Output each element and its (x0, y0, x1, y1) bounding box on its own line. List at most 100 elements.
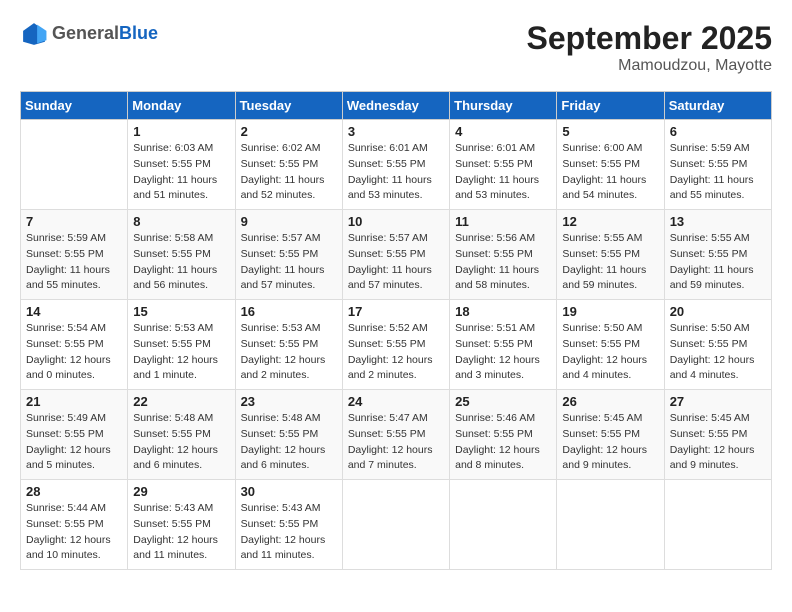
day-number: 13 (670, 214, 766, 229)
calendar-cell: 17Sunrise: 5:52 AM Sunset: 5:55 PM Dayli… (342, 300, 449, 390)
day-number: 24 (348, 394, 444, 409)
day-number: 16 (241, 304, 337, 319)
day-info: Sunrise: 5:56 AM Sunset: 5:55 PM Dayligh… (455, 231, 551, 294)
day-info: Sunrise: 5:53 AM Sunset: 5:55 PM Dayligh… (241, 321, 337, 384)
day-number: 27 (670, 394, 766, 409)
calendar-cell: 22 Sunrise: 5:48 AM Sunset: 5:55 PM Dayli… (128, 390, 235, 480)
col-header-wednesday: Wednesday (342, 92, 449, 120)
day-number: 17 (348, 304, 444, 319)
calendar-cell (450, 480, 557, 570)
month-title: September 2025 (527, 20, 772, 57)
week-row-2: 14 Sunrise: 5:54 AM Sunset: 5:55 PM Dayli… (21, 300, 772, 390)
calendar-cell: 9Sunrise: 5:57 AM Sunset: 5:55 PM Daylig… (235, 210, 342, 300)
calendar-cell: 11Sunrise: 5:56 AM Sunset: 5:55 PM Dayli… (450, 210, 557, 300)
day-number: 22 (133, 394, 229, 409)
calendar-cell: 14 Sunrise: 5:54 AM Sunset: 5:55 PM Dayli… (21, 300, 128, 390)
day-number: 23 (241, 394, 337, 409)
day-info: Sunrise: 5:54 AM Sunset: 5:55 PM Dayligh… (26, 321, 122, 384)
day-info: Sunrise: 5:58 AM Sunset: 5:55 PM Dayligh… (133, 231, 229, 294)
day-info: Sunrise: 5:48 AM Sunset: 5:55 PM Dayligh… (241, 411, 337, 474)
calendar-cell: 28 Sunrise: 5:44 AM Sunset: 5:55 PM Dayli… (21, 480, 128, 570)
col-header-sunday: Sunday (21, 92, 128, 120)
day-number: 4 (455, 124, 551, 139)
calendar-cell: 24 Sunrise: 5:47 AM Sunset: 5:55 PM Dayli… (342, 390, 449, 480)
day-number: 18 (455, 304, 551, 319)
day-info: Sunrise: 5:59 AM Sunset: 5:55 PM Dayligh… (26, 231, 122, 294)
day-info: Sunrise: 5:57 AM Sunset: 5:55 PM Dayligh… (348, 231, 444, 294)
day-info: Sunrise: 5:45 AM Sunset: 5:55 PM Dayligh… (670, 411, 766, 474)
day-number: 28 (26, 484, 122, 499)
day-number: 6 (670, 124, 766, 139)
calendar-cell: 30 Sunrise: 5:43 AM Sunset: 5:55 PM Dayli… (235, 480, 342, 570)
calendar-cell: 4 Sunrise: 6:01 AM Sunset: 5:55 PM Daylig… (450, 120, 557, 210)
col-header-saturday: Saturday (664, 92, 771, 120)
calendar-cell: 6 Sunrise: 5:59 AM Sunset: 5:55 PM Daylig… (664, 120, 771, 210)
day-number: 7 (26, 214, 122, 229)
calendar-cell: 26 Sunrise: 5:45 AM Sunset: 5:55 PM Dayli… (557, 390, 664, 480)
calendar-cell: 1 Sunrise: 6:03 AM Sunset: 5:55 PM Daylig… (128, 120, 235, 210)
week-row-1: 7 Sunrise: 5:59 AM Sunset: 5:55 PM Daylig… (21, 210, 772, 300)
calendar-cell: 2 Sunrise: 6:02 AM Sunset: 5:55 PM Daylig… (235, 120, 342, 210)
calendar-table: SundayMondayTuesdayWednesdayThursdayFrid… (20, 91, 772, 570)
day-info: Sunrise: 5:50 AM Sunset: 5:55 PM Dayligh… (562, 321, 658, 384)
day-number: 29 (133, 484, 229, 499)
day-number: 20 (670, 304, 766, 319)
col-header-thursday: Thursday (450, 92, 557, 120)
day-info: Sunrise: 5:43 AM Sunset: 5:55 PM Dayligh… (133, 501, 229, 564)
calendar-cell: 25Sunrise: 5:46 AM Sunset: 5:55 PM Dayli… (450, 390, 557, 480)
day-info: Sunrise: 5:55 AM Sunset: 5:55 PM Dayligh… (670, 231, 766, 294)
day-info: Sunrise: 5:45 AM Sunset: 5:55 PM Dayligh… (562, 411, 658, 474)
logo-general-text: General (52, 23, 119, 45)
calendar-cell: 27 Sunrise: 5:45 AM Sunset: 5:55 PM Dayli… (664, 390, 771, 480)
day-info: Sunrise: 5:59 AM Sunset: 5:55 PM Dayligh… (670, 141, 766, 204)
day-number: 1 (133, 124, 229, 139)
day-info: Sunrise: 5:53 AM Sunset: 5:55 PM Dayligh… (133, 321, 229, 384)
day-info: Sunrise: 5:55 AM Sunset: 5:55 PM Dayligh… (562, 231, 658, 294)
day-info: Sunrise: 5:50 AM Sunset: 5:55 PM Dayligh… (670, 321, 766, 384)
day-number: 30 (241, 484, 337, 499)
col-header-monday: Monday (128, 92, 235, 120)
day-info: Sunrise: 5:44 AM Sunset: 5:55 PM Dayligh… (26, 501, 122, 564)
calendar-cell: 13 Sunrise: 5:55 AM Sunset: 5:55 PM Dayli… (664, 210, 771, 300)
day-number: 8 (133, 214, 229, 229)
logo: GeneralBlue (20, 20, 158, 48)
calendar-cell: 5 Sunrise: 6:00 AM Sunset: 5:55 PM Daylig… (557, 120, 664, 210)
title-block: September 2025 Mamoudzou, Mayotte (527, 20, 772, 75)
day-number: 14 (26, 304, 122, 319)
day-info: Sunrise: 5:48 AM Sunset: 5:55 PM Dayligh… (133, 411, 229, 474)
calendar-cell: 21Sunrise: 5:49 AM Sunset: 5:55 PM Dayli… (21, 390, 128, 480)
calendar-cell: 19 Sunrise: 5:50 AM Sunset: 5:55 PM Dayli… (557, 300, 664, 390)
day-number: 2 (241, 124, 337, 139)
calendar-cell: 3Sunrise: 6:01 AM Sunset: 5:55 PM Daylig… (342, 120, 449, 210)
day-info: Sunrise: 5:51 AM Sunset: 5:55 PM Dayligh… (455, 321, 551, 384)
calendar-cell: 23 Sunrise: 5:48 AM Sunset: 5:55 PM Dayli… (235, 390, 342, 480)
calendar-cell: 10 Sunrise: 5:57 AM Sunset: 5:55 PM Dayli… (342, 210, 449, 300)
calendar-cell (664, 480, 771, 570)
day-number: 15 (133, 304, 229, 319)
calendar-cell: 20 Sunrise: 5:50 AM Sunset: 5:55 PM Dayli… (664, 300, 771, 390)
day-info: Sunrise: 6:01 AM Sunset: 5:55 PM Dayligh… (455, 141, 551, 204)
day-number: 3 (348, 124, 444, 139)
calendar-cell (21, 120, 128, 210)
day-info: Sunrise: 5:49 AM Sunset: 5:55 PM Dayligh… (26, 411, 122, 474)
week-row-3: 21Sunrise: 5:49 AM Sunset: 5:55 PM Dayli… (21, 390, 772, 480)
day-info: Sunrise: 5:47 AM Sunset: 5:55 PM Dayligh… (348, 411, 444, 474)
day-info: Sunrise: 6:02 AM Sunset: 5:55 PM Dayligh… (241, 141, 337, 204)
day-number: 10 (348, 214, 444, 229)
calendar-cell: 12Sunrise: 5:55 AM Sunset: 5:55 PM Dayli… (557, 210, 664, 300)
calendar-cell: 7 Sunrise: 5:59 AM Sunset: 5:55 PM Daylig… (21, 210, 128, 300)
location-title: Mamoudzou, Mayotte (527, 57, 772, 75)
day-info: Sunrise: 6:03 AM Sunset: 5:55 PM Dayligh… (133, 141, 229, 204)
col-header-tuesday: Tuesday (235, 92, 342, 120)
day-info: Sunrise: 5:43 AM Sunset: 5:55 PM Dayligh… (241, 501, 337, 564)
week-row-4: 28 Sunrise: 5:44 AM Sunset: 5:55 PM Dayli… (21, 480, 772, 570)
day-info: Sunrise: 6:00 AM Sunset: 5:55 PM Dayligh… (562, 141, 658, 204)
day-number: 19 (562, 304, 658, 319)
week-row-0: 1 Sunrise: 6:03 AM Sunset: 5:55 PM Daylig… (21, 120, 772, 210)
page-header: GeneralBlue September 2025 Mamoudzou, Ma… (20, 20, 772, 75)
calendar-body: 1 Sunrise: 6:03 AM Sunset: 5:55 PM Daylig… (21, 120, 772, 570)
day-number: 5 (562, 124, 658, 139)
calendar-cell: 18 Sunrise: 5:51 AM Sunset: 5:55 PM Dayli… (450, 300, 557, 390)
day-number: 26 (562, 394, 658, 409)
day-info: Sunrise: 5:57 AM Sunset: 5:55 PM Dayligh… (241, 231, 337, 294)
